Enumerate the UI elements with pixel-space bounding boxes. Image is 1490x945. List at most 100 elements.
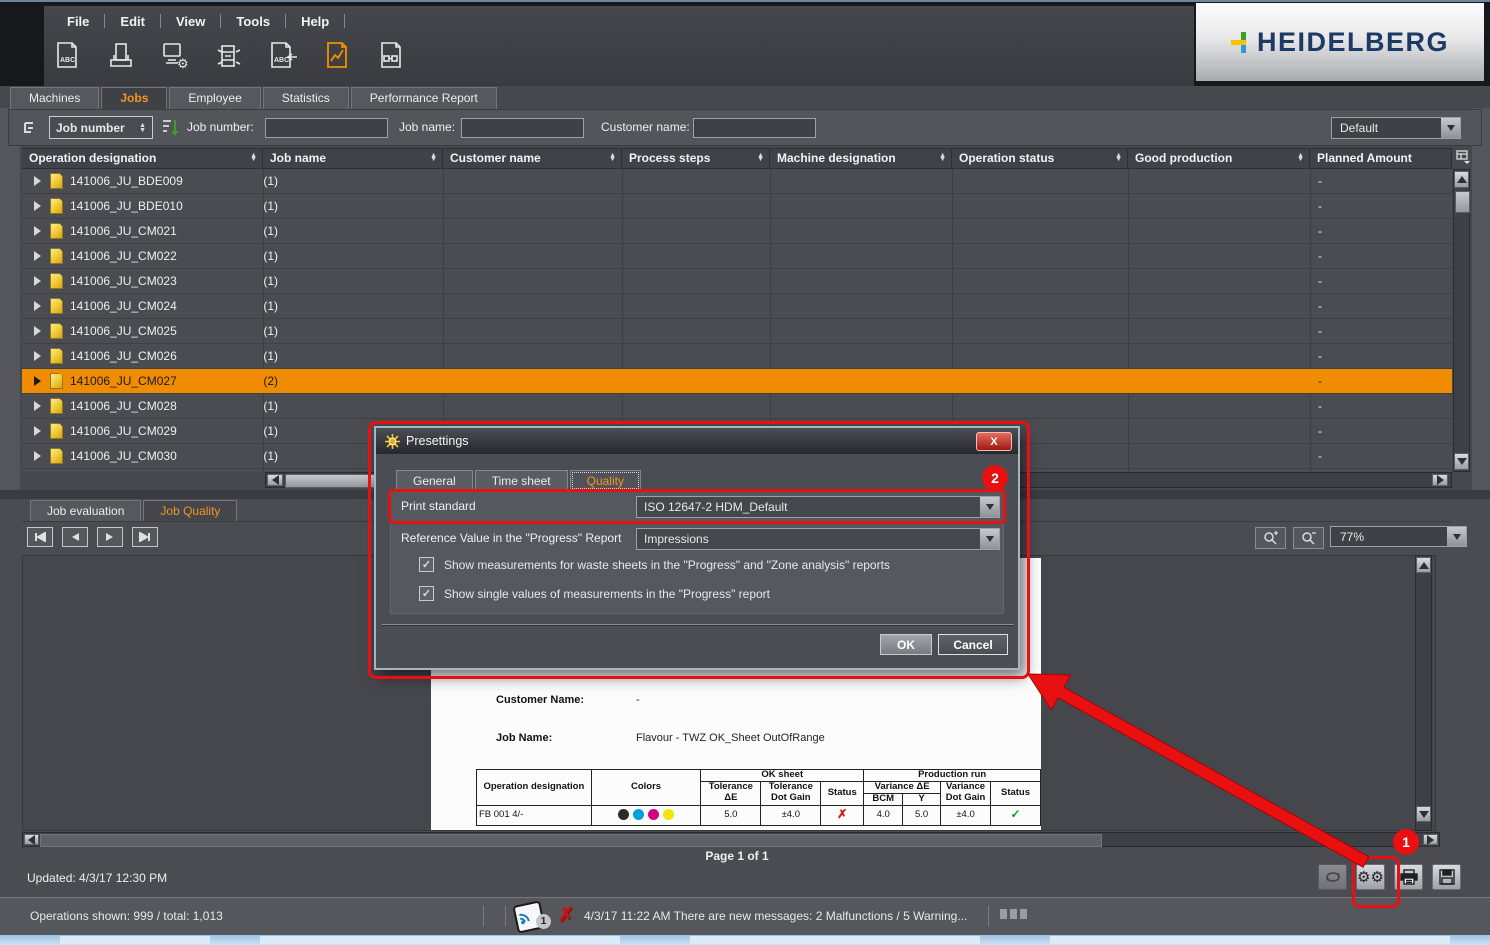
- preview-horizontal-scrollbar[interactable]: [22, 832, 1440, 847]
- menu-edit[interactable]: Edit: [105, 14, 160, 29]
- table-row[interactable]: 141006_JU_CM024(1)-: [22, 294, 1452, 319]
- dialog-close-button[interactable]: X: [976, 432, 1012, 451]
- tab-performance-report[interactable]: Performance Report: [351, 87, 497, 109]
- scroll-left-button[interactable]: [267, 474, 283, 486]
- reference-value-dropdown[interactable]: Impressions: [636, 528, 1000, 550]
- column-header-process-steps[interactable]: Process steps: [622, 148, 770, 168]
- zoom-out-icon[interactable]: [1293, 527, 1324, 549]
- column-header-customer-name[interactable]: Customer name: [443, 148, 622, 168]
- scrollbar-thumb[interactable]: [1455, 191, 1470, 213]
- workstation-settings-icon[interactable]: ⚙: [158, 38, 192, 72]
- chevron-down-icon[interactable]: [1441, 118, 1460, 138]
- sort-icon[interactable]: [250, 154, 257, 163]
- sort-icon[interactable]: [1115, 154, 1122, 163]
- refresh-button[interactable]: [1318, 864, 1347, 890]
- view-preset-dropdown[interactable]: Default: [1331, 117, 1461, 139]
- report-chart-icon[interactable]: [320, 38, 354, 72]
- column-header-machine-designation[interactable]: Machine designation: [770, 148, 952, 168]
- next-page-button[interactable]: [97, 527, 123, 547]
- table-row[interactable]: 141006_JU_CM028(1)-: [22, 394, 1452, 419]
- table-row[interactable]: 141006_JU_CM025(1)-: [22, 319, 1452, 344]
- last-page-button[interactable]: [132, 527, 158, 547]
- expand-arrow-icon[interactable]: [34, 401, 41, 411]
- menu-file[interactable]: File: [52, 14, 104, 29]
- sort-field-dropdown[interactable]: Job number ▲▼: [49, 116, 153, 139]
- menu-help[interactable]: Help: [286, 14, 344, 29]
- expand-arrow-icon[interactable]: [34, 376, 41, 386]
- column-header-operation-designation[interactable]: Operation designation: [22, 148, 263, 168]
- dialog-tab-time-sheet[interactable]: Time sheet: [475, 470, 568, 491]
- expand-arrow-icon[interactable]: [34, 276, 41, 286]
- expand-arrow-icon[interactable]: [34, 201, 41, 211]
- first-page-button[interactable]: [27, 527, 53, 547]
- table-row[interactable]: 141006_JU_CM023(1)-: [22, 269, 1452, 294]
- sort-order-icon[interactable]: [161, 118, 179, 138]
- table-row-selected[interactable]: 141006_JU_CM027(2)-: [22, 369, 1452, 394]
- expand-arrow-icon[interactable]: [34, 351, 41, 361]
- cancel-button[interactable]: Cancel: [938, 634, 1008, 655]
- customer-name-input[interactable]: [693, 118, 816, 138]
- expand-arrow-icon[interactable]: [34, 326, 41, 336]
- tree-view-icon[interactable]: [23, 120, 41, 136]
- tab-machines[interactable]: Machines: [10, 87, 99, 109]
- dialog-tab-quality[interactable]: Quality: [570, 470, 641, 491]
- scroll-down-button[interactable]: [1454, 453, 1469, 470]
- expand-arrow-icon[interactable]: [34, 426, 41, 436]
- scroll-right-button[interactable]: [1423, 834, 1438, 845]
- sort-icon[interactable]: [757, 154, 764, 163]
- preview-vertical-scrollbar[interactable]: [1415, 555, 1432, 831]
- document-abc-import-icon[interactable]: ABC: [266, 38, 300, 72]
- column-header-planned-amount[interactable]: Planned Amount: [1310, 148, 1452, 168]
- job-number-input[interactable]: [265, 118, 388, 138]
- tab-job-evaluation[interactable]: Job evaluation: [30, 500, 141, 521]
- press-machine-icon[interactable]: [212, 38, 246, 72]
- sort-icon[interactable]: [1297, 154, 1304, 163]
- save-button[interactable]: [1432, 864, 1461, 890]
- document-abc-icon[interactable]: ABC: [50, 38, 84, 72]
- scroll-up-button[interactable]: [1416, 557, 1431, 573]
- table-row[interactable]: 141006_JU_BDE009(1)-: [22, 169, 1452, 194]
- column-header-good-production[interactable]: Good production: [1128, 148, 1310, 168]
- job-name-input[interactable]: [461, 118, 584, 138]
- chevron-down-icon[interactable]: [980, 529, 999, 549]
- column-header-job-name[interactable]: Job name: [263, 148, 443, 168]
- expand-arrow-icon[interactable]: [34, 251, 41, 261]
- scroll-right-button[interactable]: [1432, 474, 1448, 486]
- expand-arrow-icon[interactable]: [34, 226, 41, 236]
- sort-icon[interactable]: [609, 154, 616, 163]
- expand-arrow-icon[interactable]: [34, 176, 41, 186]
- sort-icon[interactable]: [430, 154, 437, 163]
- dialog-title-bar[interactable]: Presettings X: [376, 428, 1018, 454]
- zoom-level-dropdown[interactable]: 77%: [1330, 526, 1467, 547]
- paper-stack-icon[interactable]: [104, 38, 138, 72]
- chevron-down-icon[interactable]: [980, 497, 999, 517]
- menu-view[interactable]: View: [161, 14, 220, 29]
- scroll-left-button[interactable]: [24, 834, 39, 845]
- column-header-operation-status[interactable]: Operation status: [952, 148, 1128, 168]
- table-vertical-scrollbar[interactable]: [1453, 169, 1470, 472]
- waste-sheets-checkbox[interactable]: [419, 557, 434, 572]
- dialog-tab-general[interactable]: General: [396, 470, 473, 491]
- table-row[interactable]: 141006_JU_BDE010(1)-: [22, 194, 1452, 219]
- zoom-in-icon[interactable]: [1255, 527, 1286, 549]
- previous-page-button[interactable]: [62, 527, 88, 547]
- expand-arrow-icon[interactable]: [34, 301, 41, 311]
- status-message[interactable]: 4/3/17 11:22 AM There are new messages: …: [584, 909, 967, 923]
- tab-job-quality[interactable]: Job Quality: [143, 500, 237, 521]
- scrollbar-thumb[interactable]: [40, 834, 1102, 847]
- table-row[interactable]: 141006_JU_CM022(1)-: [22, 244, 1452, 269]
- tab-statistics[interactable]: Statistics: [263, 87, 349, 109]
- ok-button[interactable]: OK: [880, 634, 932, 655]
- single-values-checkbox[interactable]: [419, 586, 434, 601]
- document-link-icon[interactable]: [374, 38, 408, 72]
- tab-employee[interactable]: Employee: [169, 87, 260, 109]
- table-row[interactable]: 141006_JU_CM026(1)-: [22, 344, 1452, 369]
- chevron-down-icon[interactable]: [1447, 527, 1466, 546]
- presettings-gears-button[interactable]: ⚙⚙: [1356, 864, 1385, 890]
- column-settings-icon[interactable]: [1455, 149, 1471, 165]
- print-button[interactable]: [1394, 864, 1423, 890]
- scroll-down-button[interactable]: [1416, 806, 1431, 822]
- expand-arrow-icon[interactable]: [34, 451, 41, 461]
- table-row[interactable]: 141006_JU_CM021(1)-: [22, 219, 1452, 244]
- scroll-up-button[interactable]: [1454, 171, 1469, 188]
